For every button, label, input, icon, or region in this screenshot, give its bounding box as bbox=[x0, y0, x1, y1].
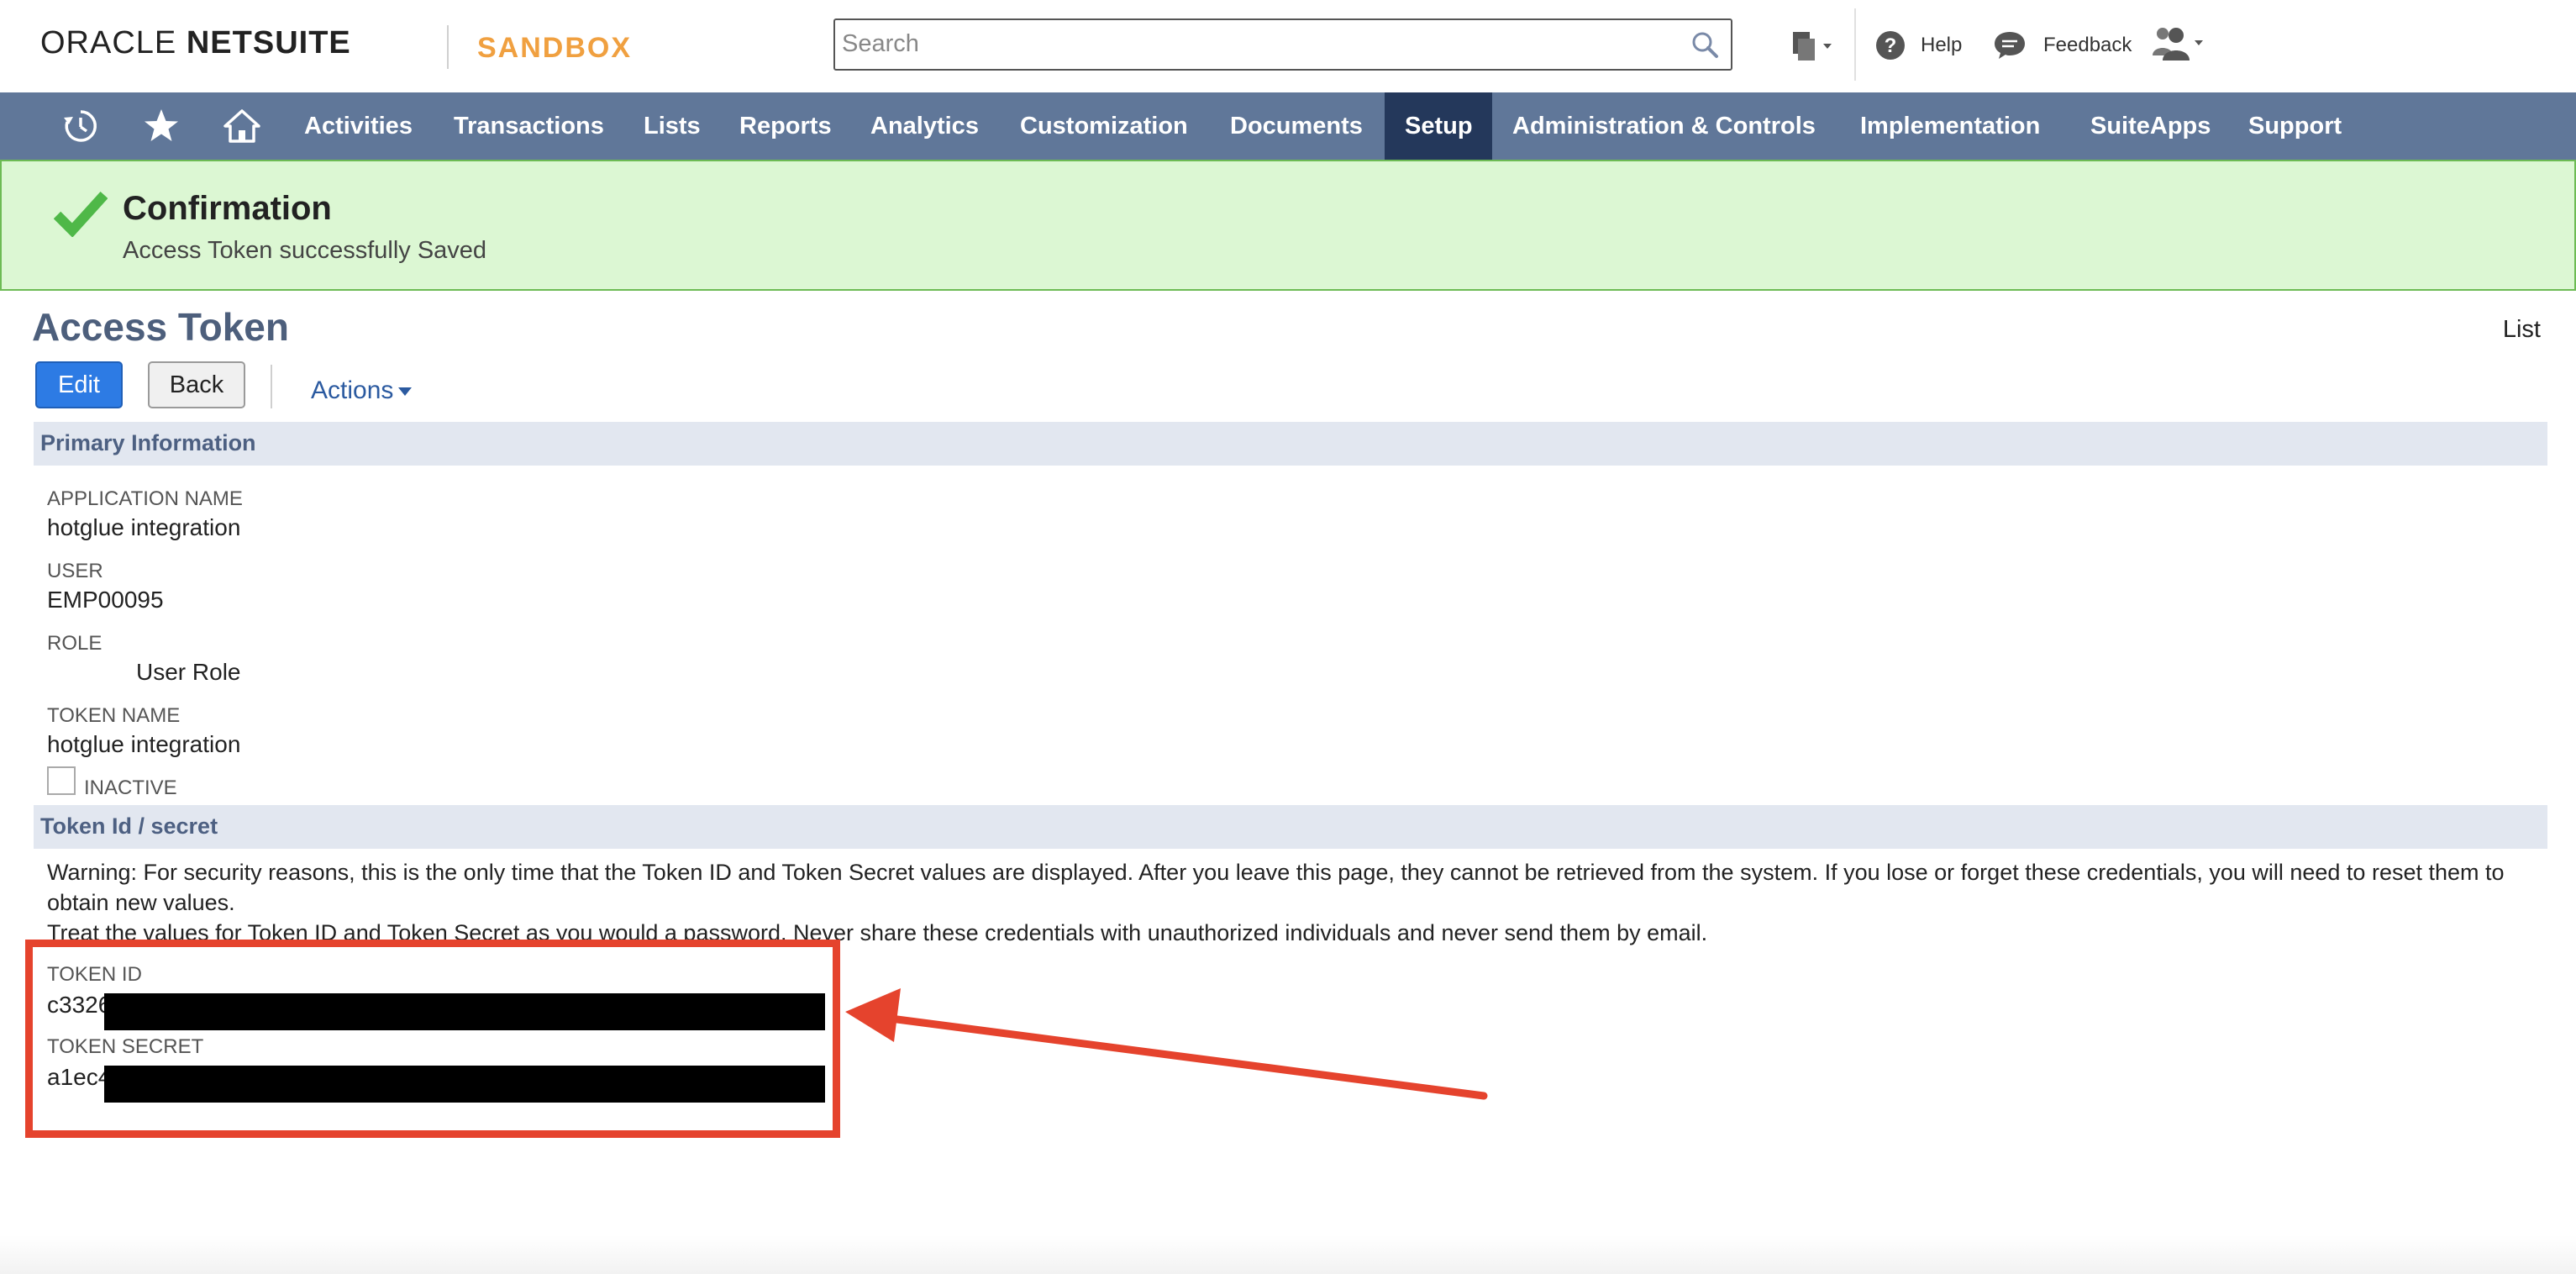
user-roles-icon[interactable] bbox=[2151, 25, 2206, 62]
list-link[interactable]: List bbox=[2503, 316, 2541, 344]
nav-activities[interactable]: Activities bbox=[284, 92, 433, 160]
nav-transactions[interactable]: Transactions bbox=[434, 92, 624, 160]
section-token-secret[interactable]: Token Id / secret bbox=[34, 805, 2547, 849]
application-name-label: APPLICATION NAME bbox=[47, 487, 243, 510]
environment-badge: SANDBOX bbox=[477, 32, 633, 64]
logo-divider bbox=[447, 25, 449, 69]
section-title: Token Id / secret bbox=[40, 813, 218, 839]
annotation-arrow-icon bbox=[845, 988, 1488, 1100]
header-separator bbox=[1854, 8, 1856, 81]
role-value[interactable]: User Role bbox=[136, 659, 240, 686]
home-icon[interactable] bbox=[223, 108, 260, 145]
edit-button[interactable]: Edit bbox=[35, 361, 123, 408]
top-header: ORACLE NETSUITE SANDBOX ? Help Feedback bbox=[0, 0, 2576, 92]
help-icon[interactable]: ? bbox=[1875, 30, 1906, 61]
application-name-value[interactable]: hotglue integration bbox=[47, 514, 240, 541]
user-value[interactable]: EMP00095 bbox=[47, 587, 164, 613]
section-primary-information[interactable]: Primary Information bbox=[34, 422, 2547, 466]
chevron-down-icon bbox=[398, 387, 413, 397]
inactive-label: INACTIVE bbox=[84, 777, 177, 799]
favorites-star-icon[interactable] bbox=[143, 108, 180, 145]
global-search[interactable] bbox=[833, 18, 1732, 71]
warning-line-1: Warning: For security reasons, this is t… bbox=[47, 860, 2505, 915]
svg-text:?: ? bbox=[1885, 34, 1897, 57]
logo-netsuite-text: NETSUITE bbox=[186, 25, 351, 61]
back-button[interactable]: Back bbox=[148, 361, 245, 408]
page-bottom-shadow bbox=[0, 1235, 2576, 1274]
checkmark-icon bbox=[54, 191, 108, 237]
actions-label: Actions bbox=[311, 376, 394, 404]
feedback-icon[interactable] bbox=[1993, 30, 2027, 61]
main-nav: Activities Transactions Lists Reports An… bbox=[0, 92, 2576, 160]
nav-suiteapps[interactable]: SuiteApps bbox=[2070, 92, 2231, 160]
nav-setup[interactable]: Setup bbox=[1385, 92, 1492, 160]
search-icon[interactable] bbox=[1690, 30, 1719, 59]
token-name-label: TOKEN NAME bbox=[47, 704, 181, 727]
nav-implementation[interactable]: Implementation bbox=[1840, 92, 2060, 160]
token-name-value: hotglue integration bbox=[47, 731, 241, 757]
security-warning: Warning: For security reasons, this is t… bbox=[47, 857, 2517, 948]
inactive-checkbox[interactable] bbox=[47, 766, 76, 795]
feedback-link[interactable]: Feedback bbox=[2043, 34, 2132, 57]
recent-history-icon[interactable] bbox=[62, 108, 99, 145]
confirmation-title: Confirmation bbox=[123, 190, 332, 227]
page-title: Access Token bbox=[32, 305, 289, 349]
netsuite-logo[interactable]: ORACLE NETSUITE bbox=[40, 25, 351, 61]
role-label: ROLE bbox=[47, 632, 103, 655]
nav-lists[interactable]: Lists bbox=[623, 92, 721, 160]
annotation-highlight-box bbox=[25, 940, 840, 1138]
actions-menu[interactable]: Actions bbox=[311, 376, 413, 405]
user-label: USER bbox=[47, 560, 103, 582]
nav-support[interactable]: Support bbox=[2228, 92, 2362, 160]
nav-customization[interactable]: Customization bbox=[1000, 92, 1208, 160]
nav-reports[interactable]: Reports bbox=[719, 92, 852, 160]
nav-administration-controls[interactable]: Administration & Controls bbox=[1492, 92, 1836, 160]
help-link[interactable]: Help bbox=[1921, 34, 1962, 57]
nav-analytics[interactable]: Analytics bbox=[850, 92, 999, 160]
section-title: Primary Information bbox=[40, 430, 256, 455]
logo-oracle-text: ORACLE bbox=[40, 25, 177, 61]
button-separator bbox=[271, 365, 272, 408]
recent-records-icon[interactable] bbox=[1790, 30, 1837, 64]
nav-documents[interactable]: Documents bbox=[1210, 92, 1383, 160]
confirmation-banner: Confirmation Access Token successfully S… bbox=[0, 160, 2576, 291]
search-input[interactable] bbox=[842, 20, 1665, 67]
confirmation-message: Access Token successfully Saved bbox=[123, 237, 487, 264]
